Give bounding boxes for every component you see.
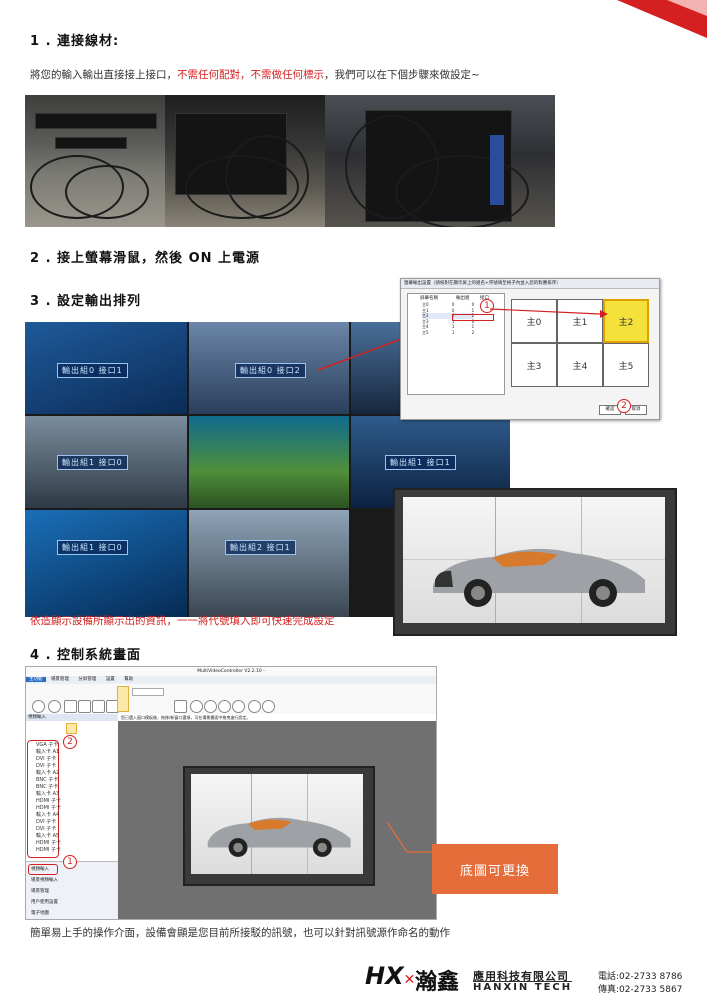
wall-label: 輸出組1 接口0 [57, 540, 128, 555]
ribbon-icon[interactable] [78, 700, 91, 713]
ribbon [26, 684, 436, 715]
ribbon-icon[interactable] [190, 700, 203, 713]
background-changeable-label: 底圖可更換 [432, 844, 558, 894]
ribbon-icon[interactable] [248, 700, 261, 713]
ribbon-icon[interactable] [32, 700, 45, 713]
left-panel: VGA 子卡 輸入卡 A1 DVI 子卡 DVI 子卡 輸入卡 A2 BNC 子… [26, 721, 119, 919]
tab-help[interactable]: 幫助 [120, 677, 137, 682]
car-frame-photo [393, 488, 677, 636]
cabling-photo-left [25, 95, 165, 227]
phone-number: 電話:02-2733 8786 [598, 972, 683, 982]
step-badge-2: 2 [617, 399, 631, 413]
tree-item[interactable]: 輸入卡 A3 [36, 790, 59, 797]
ribbon-icon[interactable] [92, 700, 105, 713]
tree-item[interactable]: DVI 子卡 [36, 755, 56, 762]
tree-item[interactable]: 輸入卡 A5 [36, 832, 59, 839]
wall-label: 輸出組1 接口0 [57, 455, 128, 470]
bottom-menu-item[interactable]: 電子地圖 [31, 910, 49, 916]
logo-mark: HX✕ [365, 962, 416, 990]
hint-bar: 您已選入窗口模板後，拖移/新窗口選項，可在場景畫面中拖曳進行設定。 [118, 714, 436, 721]
panel-title: 視頻輸入 [26, 714, 118, 721]
bottom-menu: 視頻輸入 場景視頻輸入 場景管理 用戶使用設置 電子地圖 [26, 861, 118, 919]
bottom-menu-item[interactable]: 場景視頻輸入 [31, 877, 58, 883]
tree-item[interactable]: 輸入卡 A4 [36, 811, 59, 818]
canvas-car-frame [183, 766, 375, 886]
wall-label: 輸出組0 接口1 [57, 363, 128, 378]
ribbon-icon[interactable] [232, 700, 245, 713]
wall-label: 輸出組0 接口2 [235, 363, 306, 378]
ribbon-icon[interactable] [204, 700, 217, 713]
screen-cell[interactable]: 主4 [557, 343, 603, 387]
tree-item[interactable]: 輸入卡 A2 [36, 769, 59, 776]
tab-main[interactable]: 主功能 [26, 677, 46, 682]
wall-label: 輸出組1 接口1 [385, 455, 456, 470]
tree-item[interactable]: HDMI 子卡 [36, 846, 61, 853]
tree-item[interactable]: DVI 子卡 [36, 762, 56, 769]
bottom-menu-item[interactable]: 用戶使用設置 [31, 899, 58, 905]
section-2-heading: 2 . 接上螢幕滑鼠，然後 ON 上電源 [30, 251, 261, 266]
ribbon-selected[interactable] [117, 686, 129, 712]
red-arrow-to-cell [489, 308, 608, 318]
logo-chinese: 瀚鑫 [415, 970, 460, 995]
bottom-menu-item[interactable]: 視頻輸入 [31, 866, 49, 872]
callout-line [386, 821, 433, 853]
screen-cell[interactable]: 主3 [511, 343, 557, 387]
ribbon-icon[interactable] [64, 700, 77, 713]
ribbon-icon[interactable] [48, 700, 61, 713]
font-select[interactable] [132, 688, 164, 696]
cabling-photo-right [325, 95, 555, 227]
intro-text: 將您的輸入輸出直接接上接口，不需任何配對，不需做任何標示，我們可以在下個步驟來做… [30, 69, 480, 81]
ribbon-icon[interactable] [174, 700, 187, 713]
company-name-en: HANXIN TECH [473, 981, 573, 993]
app-tabbar: 主功能 場景管理 分屏管理 設置 幫助 [26, 676, 436, 684]
tab-settings[interactable]: 設置 [102, 677, 119, 682]
cabling-photo-center [165, 95, 325, 227]
tree-item[interactable]: BNC 子卡 [36, 783, 58, 790]
tree-item[interactable]: HDMI 子卡 [36, 804, 61, 811]
fax-number: 傳真:02-2733 5867 [598, 985, 683, 995]
ribbon-icon[interactable] [218, 700, 231, 713]
section-3-caption: 依造顯示設備所顯示出的資訊，一一將代號填入即可快速完成設定 [30, 615, 335, 627]
tree-item[interactable]: DVI 子卡 [36, 825, 56, 832]
tree-item[interactable]: VGA 子卡 [36, 741, 58, 748]
wall-label: 輸出組2 接口1 [225, 540, 296, 555]
section-1-heading: 1 . 連接線材: [30, 34, 120, 49]
app-screenshot: MultiVideoController V2.2.10 - 主功能 場景管理 … [25, 666, 437, 920]
section-4-heading: 4 . 控制系統畫面 [30, 648, 142, 663]
car-illustration [433, 548, 645, 607]
tree-item[interactable]: HDMI 子卡 [36, 797, 61, 804]
section-4-caption: 簡單易上手的操作介面，設備會顯是您目前所接駁的訊號，也可以針對訊號源作命名的動作 [30, 927, 450, 939]
tree-item[interactable]: BNC 子卡 [36, 776, 58, 783]
tree-item[interactable]: 輸入卡 A1 [36, 748, 59, 755]
section-3-heading: 3 . 設定輸出排列 [30, 294, 142, 309]
ribbon-icon[interactable] [262, 700, 275, 713]
tab-split[interactable]: 分屏管理 [74, 677, 100, 682]
dialog-title: 螢幕輸出設置（請核對在顯示屏上的組名+序號填至格子內並入您的對應排序） [401, 279, 659, 289]
tree-item[interactable]: HDMI 子卡 [36, 839, 61, 846]
corner-ribbon-decoration [617, 0, 707, 38]
tree-item[interactable]: DVI 子卡 [36, 818, 56, 825]
step-badge-1: 1 [63, 855, 77, 869]
tab-scenes[interactable]: 場景管理 [47, 677, 73, 682]
car-illustration [207, 817, 351, 857]
step-badge-2: 2 [63, 735, 77, 749]
screen-cell[interactable]: 主5 [603, 343, 649, 387]
bottom-menu-item[interactable]: 場景管理 [31, 888, 49, 894]
